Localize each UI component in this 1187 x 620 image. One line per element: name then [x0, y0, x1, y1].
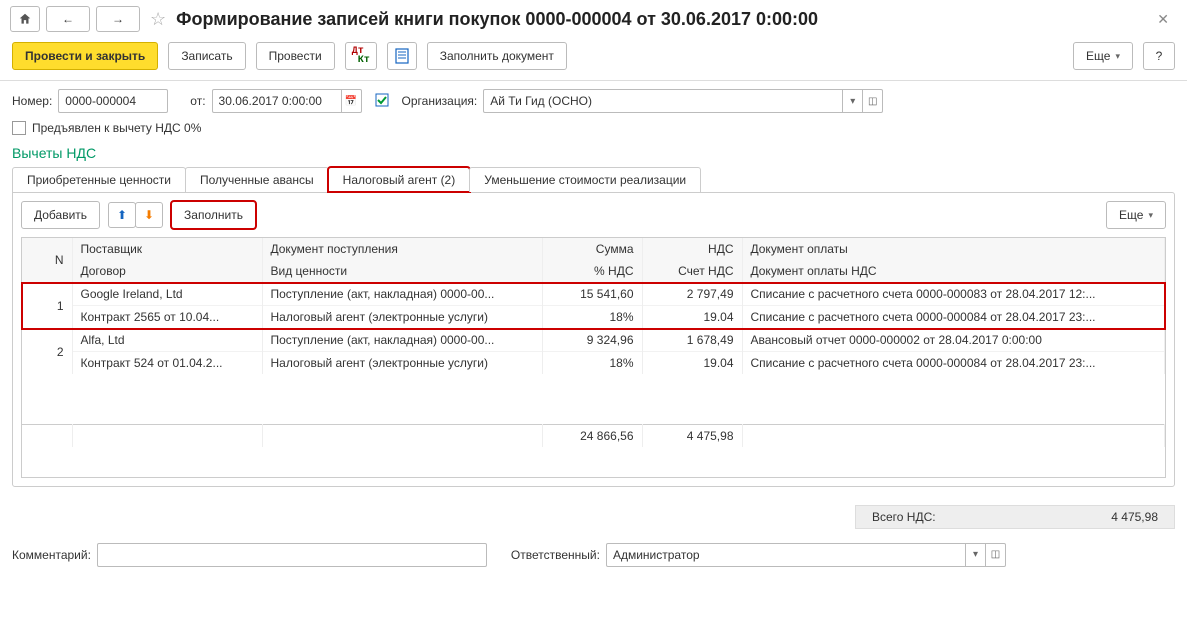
calendar-icon[interactable]: 📅 [342, 89, 362, 113]
arrow-up-icon: ⬆ [117, 208, 127, 222]
back-button[interactable]: ← [46, 6, 90, 32]
save-button[interactable]: Записать [168, 42, 245, 70]
tab-cost-reduction[interactable]: Уменьшение стоимости реализации [469, 167, 701, 192]
col-indoc[interactable]: Документ поступления [262, 238, 542, 260]
page-title: Формирование записей книги покупок 0000-… [176, 9, 818, 30]
organization-label: Организация: [402, 94, 478, 108]
col-sum[interactable]: Сумма [542, 238, 642, 260]
organization-input-group[interactable]: Ай Ти Гид (ОСНО) ▾ ◫ [483, 89, 883, 113]
col-pct[interactable]: % НДС [542, 260, 642, 283]
add-row-button[interactable]: Добавить [21, 201, 100, 229]
vat0-checkbox[interactable] [12, 121, 26, 135]
cell-sum[interactable]: 9 324,96 [542, 329, 642, 352]
cell-nds[interactable]: 2 797,49 [642, 283, 742, 306]
favorite-star-icon[interactable]: ☆ [150, 9, 166, 30]
posted-flag-icon [374, 92, 390, 111]
forward-button[interactable]: → [96, 6, 140, 32]
cell-paydoc[interactable]: Списание с расчетного счета 0000-000083 … [742, 283, 1165, 306]
footer-totals: Всего НДС: 4 475,98 [855, 505, 1175, 529]
organization-input[interactable]: Ай Ти Гид (ОСНО) [483, 89, 843, 113]
cell-valtype[interactable]: Налоговый агент (электронные услуги) [262, 306, 542, 329]
debit-credit-button[interactable]: Дт Кт [345, 42, 377, 70]
help-button[interactable]: ? [1143, 42, 1175, 70]
date-label: от: [190, 94, 205, 108]
home-button[interactable] [10, 6, 40, 32]
cell-contract[interactable]: Контракт 524 от 01.04.2... [72, 352, 262, 375]
total-nds: 4 475,98 [642, 424, 742, 447]
dropdown-icon[interactable]: ▾ [843, 89, 863, 113]
total-sum: 24 866,56 [542, 424, 642, 447]
col-contract[interactable]: Договор [72, 260, 262, 283]
footer-totals-value: 4 475,98 [1111, 510, 1158, 524]
dropdown-icon[interactable]: ▾ [966, 543, 986, 567]
footer-totals-label: Всего НДС: [872, 510, 936, 524]
col-acct[interactable]: Счет НДС [642, 260, 742, 283]
cell-nds[interactable]: 1 678,49 [642, 329, 742, 352]
table-more-button[interactable]: Еще [1106, 201, 1166, 229]
arrow-down-icon: ⬇ [144, 208, 154, 222]
date-input-group[interactable]: 30.06.2017 0:00:00 📅 [212, 89, 362, 113]
post-and-close-button[interactable]: Провести и закрыть [12, 42, 158, 70]
comment-label: Комментарий: [12, 548, 91, 562]
vat-table[interactable]: N Поставщик Документ поступления Сумма Н… [22, 238, 1165, 477]
date-input[interactable]: 30.06.2017 0:00:00 [212, 89, 342, 113]
kt-icon: Кт [358, 56, 370, 65]
responsible-input-group[interactable]: Администратор ▾ ◫ [606, 543, 1006, 567]
responsible-input[interactable]: Администратор [606, 543, 966, 567]
move-down-button[interactable]: ⬇ [135, 202, 163, 228]
table-row[interactable]: 1 Google Ireland, Ltd Поступление (акт, … [22, 283, 1165, 329]
cell-payndsdoc[interactable]: Списание с расчетного счета 0000-000084 … [742, 352, 1165, 375]
cell-indoc[interactable]: Поступление (акт, накладная) 0000-00... [262, 283, 542, 306]
move-up-button[interactable]: ⬆ [108, 202, 136, 228]
cell-payndsdoc[interactable]: Списание с расчетного счета 0000-000084 … [742, 306, 1165, 329]
close-icon[interactable]: ✕ [1149, 11, 1177, 28]
section-title: Вычеты НДС [0, 143, 1187, 167]
cell-n[interactable]: 2 [22, 329, 72, 375]
more-button[interactable]: Еще [1073, 42, 1133, 70]
document-icon [395, 48, 409, 64]
cell-paydoc[interactable]: Авансовый отчет 0000-000002 от 28.04.201… [742, 329, 1165, 352]
col-nds[interactable]: НДС [642, 238, 742, 260]
col-paydoc[interactable]: Документ оплаты [742, 238, 1165, 260]
cell-supplier[interactable]: Alfa, Ltd [72, 329, 262, 352]
cell-supplier[interactable]: Google Ireland, Ltd [72, 283, 262, 306]
open-icon[interactable]: ◫ [863, 89, 883, 113]
responsible-label: Ответственный: [511, 548, 600, 562]
table-row[interactable]: 2 Alfa, Ltd Поступление (акт, накладная)… [22, 329, 1165, 375]
post-button[interactable]: Провести [256, 42, 335, 70]
comment-input[interactable] [97, 543, 487, 567]
home-icon [18, 12, 32, 26]
col-valtype[interactable]: Вид ценности [262, 260, 542, 283]
number-input[interactable]: 0000-000004 [58, 89, 168, 113]
fill-document-button[interactable]: Заполнить документ [427, 42, 567, 70]
cell-pct[interactable]: 18% [542, 306, 642, 329]
cell-acct[interactable]: 19.04 [642, 352, 742, 375]
fill-table-button[interactable]: Заполнить [171, 201, 256, 229]
table-totals-row: 24 866,56 4 475,98 [22, 424, 1165, 447]
cell-indoc[interactable]: Поступление (акт, накладная) 0000-00... [262, 329, 542, 352]
col-n[interactable]: N [22, 238, 72, 283]
cell-n[interactable]: 1 [22, 283, 72, 329]
cell-acct[interactable]: 19.04 [642, 306, 742, 329]
open-icon[interactable]: ◫ [986, 543, 1006, 567]
col-payndsdoc[interactable]: Документ оплаты НДС [742, 260, 1165, 283]
tab-advances-received[interactable]: Полученные авансы [185, 167, 329, 192]
cell-valtype[interactable]: Налоговый агент (электронные услуги) [262, 352, 542, 375]
structure-button[interactable] [387, 42, 417, 70]
col-supplier[interactable]: Поставщик [72, 238, 262, 260]
cell-contract[interactable]: Контракт 2565 от 10.04... [72, 306, 262, 329]
tab-tax-agent[interactable]: Налоговый агент (2) [328, 167, 471, 192]
cell-pct[interactable]: 18% [542, 352, 642, 375]
cell-sum[interactable]: 15 541,60 [542, 283, 642, 306]
tab-purchased-values[interactable]: Приобретенные ценности [12, 167, 186, 192]
number-label: Номер: [12, 94, 52, 108]
vat0-label: Предъявлен к вычету НДС 0% [32, 121, 201, 135]
